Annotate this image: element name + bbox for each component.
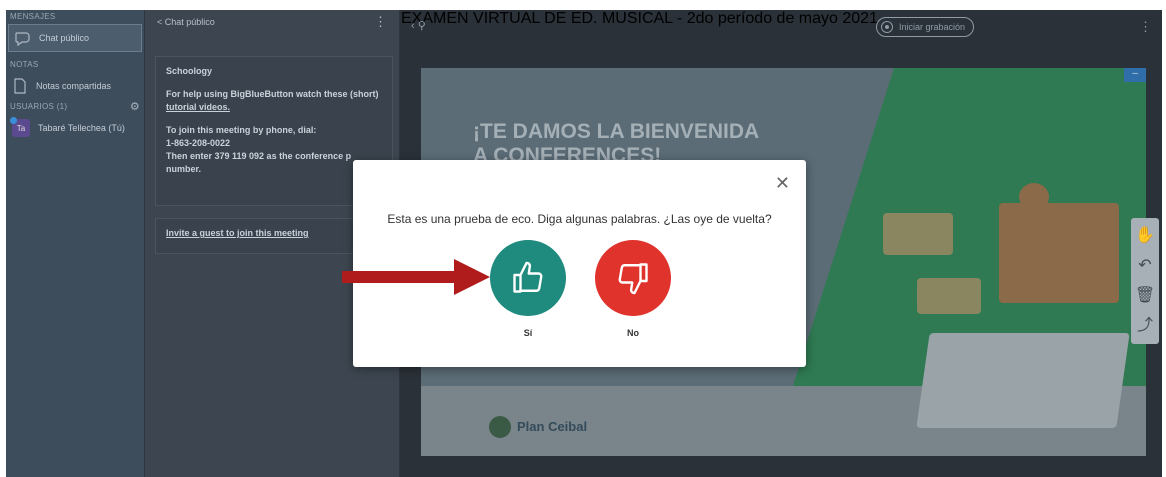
red-arrow-annotation: [342, 259, 490, 295]
echo-question: Esta es una prueba de eco. Diga algunas …: [387, 212, 772, 226]
echo-no-option[interactable]: No: [593, 240, 673, 338]
thumbs-down-icon: [618, 263, 648, 295]
echo-yes-option[interactable]: Sí: [488, 240, 568, 338]
document-heading-cropped: [0, 0, 1166, 10]
thumbs-up-button[interactable]: [490, 240, 566, 316]
no-label: No: [627, 328, 639, 338]
yes-label: Sí: [523, 328, 533, 338]
thumbs-up-icon: [513, 261, 543, 293]
thumbs-down-button[interactable]: [595, 240, 671, 316]
close-icon[interactable]: ✕: [775, 174, 790, 192]
